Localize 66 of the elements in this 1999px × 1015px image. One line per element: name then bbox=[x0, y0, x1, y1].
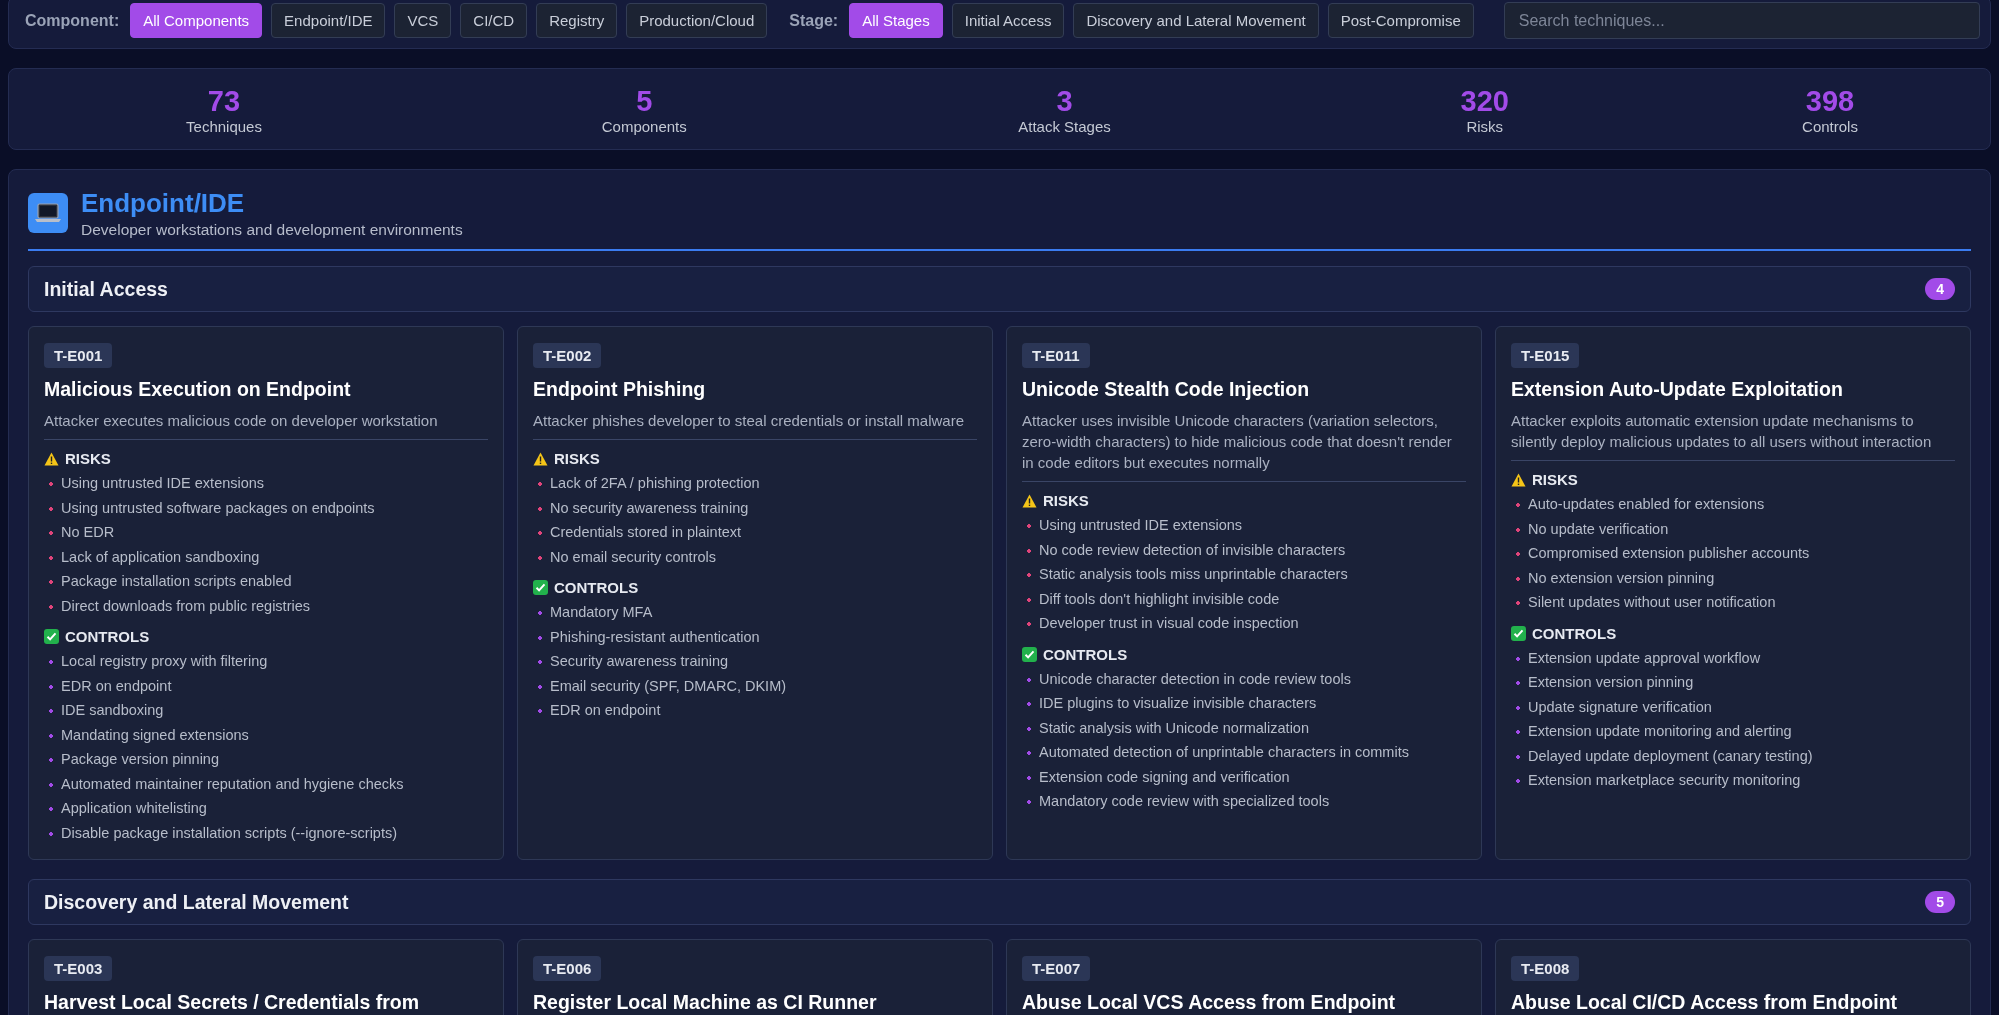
filter-button[interactable]: Initial Access bbox=[951, 3, 1065, 38]
stat-value: 5 bbox=[636, 83, 653, 118]
filter-button[interactable]: Registry bbox=[536, 3, 618, 38]
technique-title: Endpoint Phishing bbox=[533, 377, 707, 401]
technique-title: Abuse Local VCS Access from Endpoint bbox=[1022, 990, 1397, 1014]
check-icon bbox=[1022, 646, 1037, 662]
stat-value: 73 bbox=[207, 83, 241, 118]
list-heading: RISKS bbox=[1043, 492, 1089, 509]
technique-description: Attacker executes malicious code on developer workstation bbox=[44, 410, 488, 440]
stat-label: Components bbox=[601, 117, 687, 135]
warning-icon bbox=[1022, 493, 1037, 508]
stat-label: Techniques bbox=[186, 117, 262, 135]
technique-title: Unicode Stealth Code Injection bbox=[1022, 377, 1311, 401]
laptop-icon bbox=[28, 193, 68, 233]
filter-button[interactable]: All Components bbox=[130, 3, 263, 38]
filter-button[interactable]: Production/Cloud bbox=[626, 3, 768, 38]
stat-label: Controls bbox=[1802, 117, 1858, 135]
technique-id: T-E006 bbox=[533, 956, 602, 981]
filter-label: Component: bbox=[25, 11, 120, 30]
stat-label: Risks bbox=[1466, 117, 1504, 135]
technique-id: T-E007 bbox=[1022, 956, 1091, 981]
list-heading: CONTROLS bbox=[554, 579, 639, 596]
technique-description: Attacker exploits automatic extension update mechanisms to silently deploy malicious updates to all users without interaction bbox=[1511, 410, 1955, 461]
technique-description: Attacker uses invisible Unicode characters (variation selectors, zero-width characters) to hide malicious code that doesn't render in code editors but executes normally bbox=[1022, 410, 1466, 482]
filter-button[interactable]: VCS bbox=[394, 3, 452, 38]
warning-icon bbox=[44, 451, 59, 466]
stat-label: Attack Stages bbox=[1018, 117, 1111, 135]
filter-label: Stage: bbox=[789, 11, 839, 30]
stage-title: Discovery and Lateral Movement bbox=[44, 890, 349, 914]
check-icon bbox=[1511, 625, 1526, 641]
technique-title: Register Local Machine as CI Runner bbox=[533, 990, 878, 1014]
count-badge: 4 bbox=[1925, 278, 1955, 300]
warning-icon bbox=[1511, 472, 1526, 487]
stat-value: 3 bbox=[1056, 83, 1073, 118]
list-heading: RISKS bbox=[65, 450, 111, 467]
search-field[interactable]: Search techniques... bbox=[1503, 2, 1980, 39]
technique-title: Malicious Execution on Endpoint bbox=[44, 377, 352, 401]
technique-id: T-E001 bbox=[44, 343, 113, 368]
filter-button[interactable]: Post-Compromise bbox=[1327, 3, 1474, 38]
count-badge: 5 bbox=[1925, 891, 1955, 913]
technique-id: T-E015 bbox=[1511, 343, 1580, 368]
filter-button[interactable]: Discovery and Lateral Movement bbox=[1073, 3, 1319, 38]
check-icon bbox=[533, 580, 548, 595]
list-heading: CONTROLS bbox=[1043, 645, 1128, 663]
filter-button[interactable]: CI/CD bbox=[460, 3, 528, 38]
list-heading: CONTROLS bbox=[1532, 624, 1617, 642]
list-heading: RISKS bbox=[1532, 471, 1578, 488]
check-icon bbox=[44, 629, 59, 644]
technique-title: Abuse Local CI/CD Access from Endpoint bbox=[1511, 990, 1899, 1014]
technique-id: T-E011 bbox=[1022, 343, 1090, 368]
stage-title: Initial Access bbox=[44, 277, 168, 301]
section-title: Endpoint/IDE bbox=[81, 188, 246, 218]
technique-title: Extension Auto-Update Exploitation bbox=[1511, 377, 1844, 401]
technique-description: Attacker phishes developer to steal credentials or install malware bbox=[533, 410, 977, 440]
technique-id: T-E003 bbox=[44, 956, 113, 981]
filter-button[interactable]: Endpoint/IDE bbox=[271, 3, 386, 38]
stat-value: 320 bbox=[1460, 83, 1509, 118]
warning-icon bbox=[533, 451, 548, 466]
technique-id: T-E008 bbox=[1511, 956, 1580, 981]
technique-title: Harvest Local Secrets / Credentials from bbox=[44, 990, 420, 1014]
stat-value: 398 bbox=[1805, 83, 1855, 118]
filter-button[interactable]: All Stages bbox=[849, 3, 943, 38]
section-description: Developer workstations and development environments bbox=[81, 221, 463, 239]
list-heading: CONTROLS bbox=[65, 628, 150, 645]
list-heading: RISKS bbox=[554, 450, 600, 467]
technique-id: T-E002 bbox=[533, 343, 602, 368]
